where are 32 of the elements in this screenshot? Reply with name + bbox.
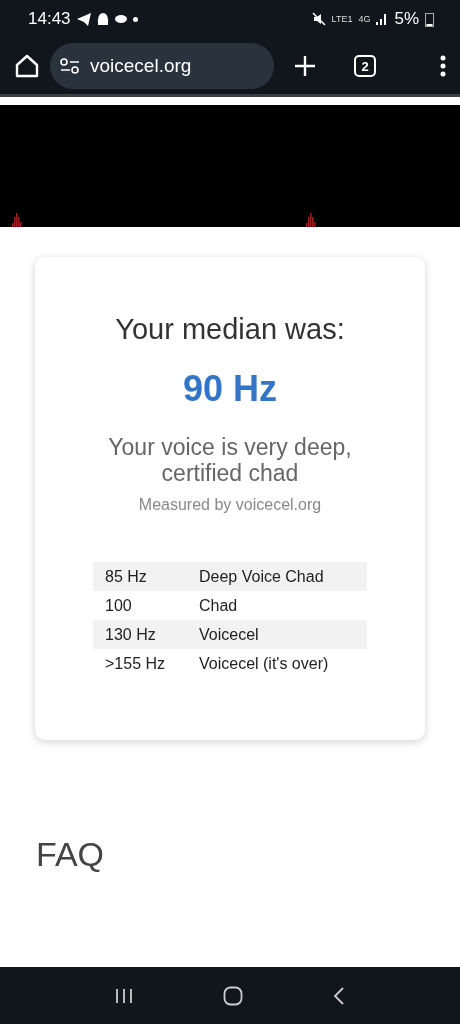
battery-percent: 5% <box>394 9 419 29</box>
credit-text: Measured by voicecel.org <box>138 496 322 514</box>
tab-count-button[interactable]: 2 <box>354 55 376 77</box>
table-cell-text: 100 <box>104 596 133 615</box>
address-bar[interactable]: voicecel.org <box>50 43 274 89</box>
menu-button[interactable] <box>440 55 446 77</box>
recent-apps-button[interactable] <box>115 987 133 1004</box>
network-label: 4G <box>358 14 371 24</box>
url-text: voicecel.org <box>90 55 192 77</box>
clock: 14:43 <box>28 9 71 29</box>
site-settings-icon[interactable] <box>60 58 80 74</box>
table-cell-text: Voicecel (it's over) <box>198 654 330 673</box>
table-cell-text: 85 Hz <box>104 567 148 586</box>
volte-label: LTE1 <box>331 14 353 24</box>
signal-icon <box>376 13 389 25</box>
table-cell-text: >155 Hz <box>104 654 167 673</box>
paper-plane-icon <box>76 12 91 26</box>
median-value: 90 Hz <box>182 368 277 410</box>
table-cell-text: Chad <box>198 596 239 615</box>
table-cell-text: Deep Voice Chad <box>198 567 325 586</box>
verdict-text: Your voice is very deep, certified chad <box>107 434 353 486</box>
dot-icon <box>132 16 138 22</box>
faq-heading: FAQ <box>36 835 106 874</box>
result-heading: Your median was: <box>115 313 345 346</box>
table-cell-text: 130 Hz <box>104 625 157 644</box>
home-nav-button[interactable] <box>223 985 243 1006</box>
back-button[interactable] <box>333 985 345 1006</box>
battery-icon <box>425 11 434 27</box>
table-cell-text: Voicecel <box>198 625 260 644</box>
new-tab-button[interactable] <box>294 55 316 77</box>
mute-icon <box>311 12 326 26</box>
home-button[interactable] <box>14 53 40 79</box>
